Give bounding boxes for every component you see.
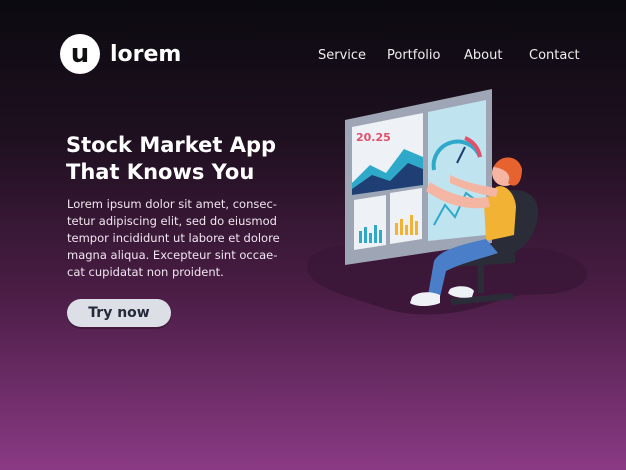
hero-title-line: That Knows You [66,160,255,184]
dashboard-card-bars-2 [390,188,422,244]
hero-body-line: tempor incididunt ut labore et dolore [67,231,280,245]
hero-body-line: Lorem ipsum dolor sit amet, consec- [67,197,277,211]
main-nav: Service Portfolio About Contact [0,48,626,66]
hero-body-line: magna aliqua. Excepteur sint occae- [67,248,278,262]
hero-illustration: 20.25 [307,89,588,315]
nav-link-portfolio[interactable]: Portfolio [387,48,440,63]
landing-page: u lorem Service Portfolio About Contact … [0,0,626,470]
nav-link-contact[interactable]: Contact [529,48,580,63]
hero-title: Stock Market App That Knows You [66,132,326,186]
nav-link-service[interactable]: Service [318,48,366,63]
nav-link-about[interactable]: About [464,48,502,63]
hero-title-line: Stock Market App [66,133,277,157]
dashboard-value: 20.25 [356,131,391,144]
hero-description: Lorem ipsum dolor sit amet, consec- tetu… [67,196,282,281]
chair-pole [478,265,484,293]
hero-body-line: cat cupidatat non proident. [67,265,224,279]
try-now-button[interactable]: Try now [67,299,171,327]
hero-body-line: tetur adipiscing elit, sed do eiusmod [67,214,277,228]
